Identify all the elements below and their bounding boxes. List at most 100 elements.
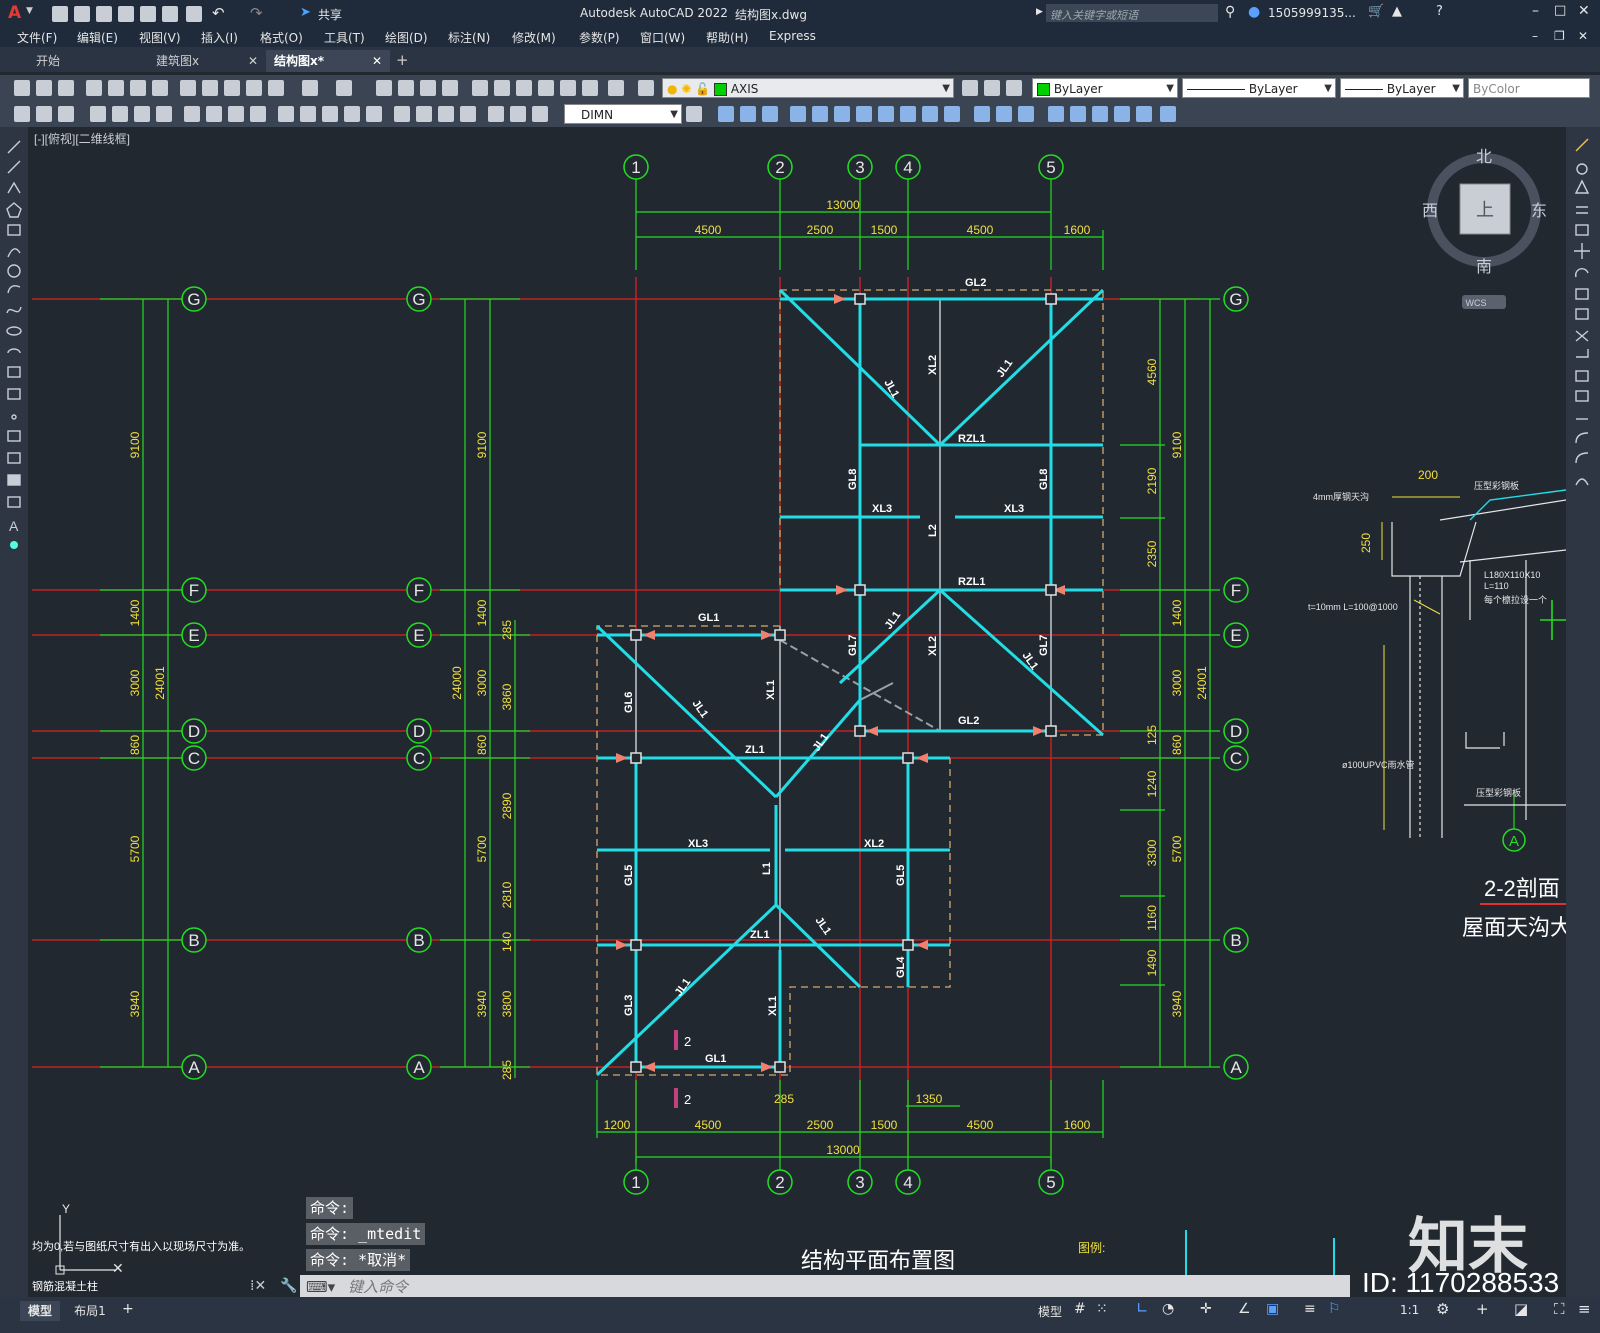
zoom-window-icon[interactable] — [420, 80, 436, 96]
fullscreen-icon[interactable]: ⛶ — [1554, 1300, 1565, 1318]
lineweight-icon[interactable]: ≡ — [1304, 1301, 1316, 1317]
ordinate-dim-icon[interactable] — [156, 106, 172, 122]
tab-layout1[interactable]: 布局1 — [66, 1301, 114, 1321]
dimstyle-icon[interactable] — [686, 106, 702, 122]
tool-icon-a[interactable] — [14, 106, 30, 122]
gradient-icon[interactable] — [7, 452, 21, 464]
modify-icon-20[interactable] — [1160, 106, 1176, 122]
dim-update-icon[interactable] — [532, 106, 548, 122]
modify-icon-16[interactable] — [1070, 106, 1086, 122]
copy-obj-icon[interactable] — [1576, 163, 1588, 175]
diameter-dim-icon[interactable] — [228, 106, 244, 122]
menu-express[interactable]: Express — [769, 29, 816, 43]
a360-icon[interactable]: ▲ — [1392, 4, 1402, 19]
print-icon[interactable] — [186, 6, 202, 22]
menu-help[interactable]: 帮助(H) — [706, 29, 748, 46]
hatch-icon[interactable] — [7, 430, 21, 442]
move-icon[interactable] — [1574, 243, 1590, 259]
share-icon[interactable]: ➤ — [300, 5, 311, 20]
center-mark-icon[interactable] — [416, 106, 432, 122]
toolpalettes-icon[interactable] — [516, 80, 532, 96]
user-icon[interactable]: ● — [1248, 4, 1260, 20]
offset-icon[interactable] — [1576, 206, 1588, 214]
isolate-icon[interactable]: ◪ — [1514, 1300, 1528, 1318]
revcloud-icon[interactable] — [7, 285, 21, 294]
polyline-icon[interactable] — [7, 181, 21, 194]
model-space-button[interactable]: 模型 — [1038, 1303, 1062, 1320]
menu-window[interactable]: 窗口(W) — [640, 29, 685, 46]
undo-icon[interactable]: ↶ — [212, 4, 225, 22]
rectangle-icon[interactable] — [7, 224, 21, 236]
menu-file[interactable]: 文件(F) — [17, 29, 57, 46]
erase-icon[interactable] — [1575, 138, 1589, 152]
publish-icon[interactable] — [130, 80, 146, 96]
cut-icon[interactable] — [180, 80, 196, 96]
modify-icon-12[interactable] — [974, 106, 990, 122]
modify-icon-9[interactable] — [900, 106, 916, 122]
doc-minimize-icon[interactable]: – — [1532, 29, 1538, 43]
preview-icon[interactable] — [108, 80, 124, 96]
extend-icon[interactable] — [1576, 349, 1589, 358]
viewcube-east[interactable]: 东 — [1531, 202, 1547, 220]
layer-previous-icon[interactable] — [984, 80, 1000, 96]
modify-icon-1[interactable] — [718, 106, 734, 122]
zoom-realtime-icon[interactable] — [398, 80, 414, 96]
save-icon[interactable] — [58, 80, 74, 96]
arc-length-icon[interactable] — [134, 106, 150, 122]
angular-dim-icon[interactable] — [250, 106, 266, 122]
save-as-icon[interactable] — [118, 6, 134, 22]
line-icon[interactable] — [7, 140, 21, 154]
redo-icon[interactable] — [336, 80, 352, 96]
explode-icon[interactable] — [1575, 478, 1589, 486]
customize-icon[interactable]: 🔧 — [280, 1278, 297, 1294]
jogged-linear-icon[interactable] — [460, 106, 476, 122]
modify-icon-17[interactable] — [1092, 106, 1108, 122]
rotate-icon[interactable] — [1574, 267, 1589, 278]
modify-icon-7[interactable] — [856, 106, 872, 122]
linear-dim-icon[interactable] — [90, 106, 106, 122]
menu-format[interactable]: 格式(O) — [260, 29, 303, 46]
menu-view[interactable]: 视图(V) — [139, 29, 181, 46]
jogged-dim-icon[interactable] — [206, 106, 222, 122]
new-tab-icon[interactable]: + — [396, 51, 409, 69]
share-button[interactable]: 共享 — [318, 6, 342, 23]
annotation-scale[interactable]: 1:1 — [1400, 1303, 1419, 1317]
menu-edit[interactable]: 编辑(E) — [77, 29, 118, 46]
break-icon[interactable] — [1575, 370, 1589, 382]
array-icon[interactable] — [1575, 224, 1589, 236]
paste-icon[interactable] — [224, 80, 240, 96]
maximize-icon[interactable]: □ — [1554, 3, 1566, 18]
ellipse-arc-icon[interactable] — [7, 348, 21, 354]
tolerance-icon[interactable] — [394, 106, 410, 122]
table-icon[interactable] — [7, 496, 21, 508]
calculator-icon[interactable] — [582, 80, 598, 96]
dim-break-icon[interactable] — [366, 106, 382, 122]
continue-dim-icon[interactable] — [322, 106, 338, 122]
command-prompt-icon[interactable]: ⌨▾ — [300, 1278, 335, 1296]
properties-icon[interactable] — [472, 80, 488, 96]
polar-icon[interactable]: ◔ — [1162, 1301, 1174, 1317]
close-tab-icon[interactable]: ✕ — [372, 50, 382, 72]
new-file-icon[interactable] — [52, 6, 68, 22]
zoom-previous-icon[interactable] — [442, 80, 458, 96]
menu-parametric[interactable]: 参数(P) — [579, 29, 620, 46]
modify-icon-2[interactable] — [740, 106, 756, 122]
search-input[interactable]: 键入关键字或短语 — [1046, 4, 1218, 22]
modify-icon-13[interactable] — [996, 106, 1012, 122]
doc-restore-icon[interactable]: ❐ — [1554, 29, 1565, 43]
add-selected-icon[interactable] — [10, 541, 18, 549]
viewcube-west[interactable]: 西 — [1422, 203, 1438, 220]
app-menu-chevron-icon[interactable]: ▼ — [26, 6, 33, 16]
viewport-label[interactable]: [-][俯视][二维线框] — [34, 131, 130, 146]
minimize-icon[interactable]: – — [1532, 3, 1539, 19]
customize-status-icon[interactable]: ≡ — [1578, 1300, 1591, 1318]
doc-close-icon[interactable]: ✕ — [1578, 29, 1588, 43]
pan-icon[interactable] — [376, 80, 392, 96]
cart-icon[interactable]: 🛒 — [1368, 4, 1384, 19]
copy-icon[interactable] — [202, 80, 218, 96]
sheetset-icon[interactable] — [538, 80, 554, 96]
menu-modify[interactable]: 修改(M) — [512, 29, 556, 46]
tab-architecture[interactable]: 建筑图x ✕ — [148, 50, 266, 72]
make-block-icon[interactable] — [7, 388, 21, 400]
stretch-icon[interactable] — [1575, 308, 1589, 320]
